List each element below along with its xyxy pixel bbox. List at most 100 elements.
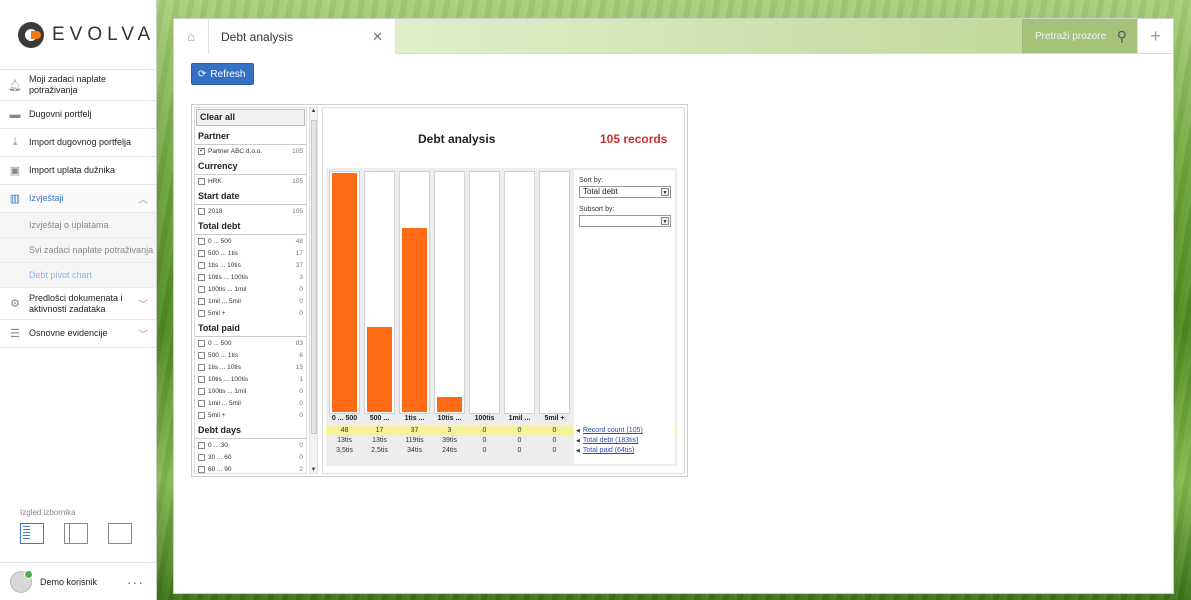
bar-data-label: 3 xyxy=(447,427,452,434)
filter-item[interactable]: 100tis ... 1mil 0 xyxy=(195,283,306,295)
bar-column[interactable] xyxy=(329,171,360,414)
filter-checkbox[interactable] xyxy=(198,177,205,185)
filter-scrollbar[interactable]: ▲ ▼ xyxy=(309,107,318,474)
main-window: ⌂ Debt analysis ✕ Pretraži prozore ⚲ + ⟳… xyxy=(173,18,1174,594)
filter-checkbox[interactable] xyxy=(198,297,205,305)
evolva-logo-icon xyxy=(18,21,44,48)
filter-checkbox[interactable] xyxy=(198,261,205,269)
sidebar-item-templates[interactable]: ⚙ Predlošci dokumenata i aktivnosti zada… xyxy=(0,288,156,320)
filter-checkbox[interactable] xyxy=(198,309,205,317)
filter-item[interactable]: 0 ... 30 0 xyxy=(195,439,306,451)
bar[interactable] xyxy=(402,227,427,412)
bar-column[interactable] xyxy=(399,171,430,414)
filter-item-label: 1tis ... 10tis xyxy=(208,363,241,371)
bar-column[interactable] xyxy=(469,171,500,414)
filter-item[interactable]: 30 ... 60 0 xyxy=(195,451,306,463)
filter-checkbox[interactable] xyxy=(198,285,205,293)
filter-checkbox[interactable] xyxy=(198,351,205,359)
bar-data-label: 0 xyxy=(482,447,487,454)
sidebar-item-tasks[interactable]: 🔔︎ Moji zadaci naplate potraživanja xyxy=(0,70,156,101)
legend-total-debt[interactable]: ◀ Total debt (183tis) xyxy=(576,437,639,444)
chart-panel: Sort by: Total debt ▼ Subsort by: ▼ ◀ Rec… xyxy=(326,168,677,466)
sidebar-subitem-debt-pivot-chart[interactable]: Debt pivot chart xyxy=(0,263,156,288)
bar-column[interactable] xyxy=(364,171,395,414)
legend-total-paid[interactable]: ◀ Total paid (64tis) xyxy=(576,447,634,454)
close-icon[interactable]: ✕ xyxy=(372,29,383,45)
filter-item[interactable]: HRK 105 xyxy=(195,175,306,187)
filter-item[interactable]: Partner ABC d.o.o. 105 xyxy=(195,145,306,157)
more-options-icon[interactable]: ··· xyxy=(127,574,144,590)
filter-checkbox[interactable] xyxy=(198,399,205,407)
tab-debt-analysis[interactable]: Debt analysis ✕ xyxy=(209,19,396,54)
sidebar-item-basic-records[interactable]: ☰ Osnovne evidencije ﹀ xyxy=(0,320,156,348)
filter-item[interactable]: 1mil ... 5mil 0 xyxy=(195,397,306,409)
sidebar-subitem-payments-report[interactable]: Izvještaj o uplatama xyxy=(0,213,156,238)
filter-checkbox[interactable] xyxy=(198,339,205,347)
filter-item[interactable]: 100tis ... 1mil 0 xyxy=(195,385,306,397)
filter-checkbox[interactable] xyxy=(198,249,205,257)
filter-checkbox[interactable] xyxy=(198,273,205,281)
bar-column[interactable] xyxy=(434,171,465,414)
filter-item[interactable]: 0 ... 500 83 xyxy=(195,337,306,349)
user-panel[interactable]: Demo korisnik ··· xyxy=(0,562,156,600)
filter-item[interactable]: 10tis ... 100tis 3 xyxy=(195,271,306,283)
sidebar-subitem-all-tasks[interactable]: Svi zadaci naplate potraživanja xyxy=(0,238,156,263)
sort-by-select[interactable]: Total debt ▼ xyxy=(579,186,671,198)
sidebar-item-label: Izvještaji xyxy=(29,193,64,203)
filter-item[interactable]: 500 ... 1tis 17 xyxy=(195,247,306,259)
bar-data-label: 13tis xyxy=(337,437,352,444)
filter-group-title: Total paid xyxy=(195,319,306,337)
filter-group-title: Partner xyxy=(195,127,306,145)
home-tab-icon[interactable]: ⌂ xyxy=(174,19,209,54)
sidebar-item-import-payments[interactable]: ▣ Import uplata dužnika xyxy=(0,157,156,185)
filter-item[interactable]: 1tis ... 10tis 15 xyxy=(195,361,306,373)
layout-hidden-menu-icon[interactable] xyxy=(108,523,132,544)
filter-checkbox[interactable] xyxy=(198,237,205,245)
layout-compact-menu-icon[interactable] xyxy=(64,523,88,544)
filter-item[interactable]: 1mil ... 5mil 0 xyxy=(195,295,306,307)
scroll-down-icon[interactable]: ▼ xyxy=(310,467,317,473)
bar[interactable] xyxy=(367,327,392,412)
download-icon: ⤓ xyxy=(12,136,18,148)
filter-item[interactable]: 2018 105 xyxy=(195,205,306,217)
filter-item[interactable]: 0 ... 500 48 xyxy=(195,235,306,247)
filter-checkbox[interactable] xyxy=(198,375,205,383)
filter-checkbox[interactable] xyxy=(198,453,205,461)
add-tab-icon[interactable]: + xyxy=(1137,19,1173,53)
subsort-by-select[interactable]: ▼ xyxy=(579,215,671,227)
filter-checkbox[interactable] xyxy=(198,363,205,371)
filter-item-label: 10tis ... 100tis xyxy=(208,273,249,281)
bar-column[interactable] xyxy=(539,171,570,414)
filter-item[interactable]: 60 ... 90 2 xyxy=(195,463,306,473)
layout-full-menu-icon[interactable] xyxy=(20,523,44,544)
sidebar-item-import-portfolio[interactable]: ⤓ Import dugovnog portfelja xyxy=(0,129,156,157)
scroll-up-icon[interactable]: ▲ xyxy=(310,108,317,114)
bar-category-label: 500 ... xyxy=(369,415,390,422)
filter-item[interactable]: 10tis ... 100tis 1 xyxy=(195,373,306,385)
bar-column[interactable] xyxy=(504,171,535,414)
bar[interactable] xyxy=(332,173,357,412)
window-search-input[interactable]: Pretraži prozore ⚲ xyxy=(1022,19,1137,53)
filter-item[interactable]: 5mil + 0 xyxy=(195,307,306,319)
filter-item-count: 6 xyxy=(299,351,303,359)
filter-item-count: 0 xyxy=(299,285,303,293)
search-icon[interactable]: ⚲ xyxy=(1117,28,1127,45)
refresh-button[interactable]: ⟳ Refresh xyxy=(191,63,254,85)
filter-checkbox[interactable] xyxy=(198,411,205,419)
bar[interactable] xyxy=(437,397,462,412)
filter-item-label: 5mil + xyxy=(208,309,226,317)
filter-item[interactable]: 5mil + 0 xyxy=(195,409,306,421)
sidebar-item-debt-portfolio[interactable]: ▬ Dugovni portfelj xyxy=(0,101,156,129)
filter-checkbox[interactable] xyxy=(198,441,205,449)
filter-checkbox[interactable] xyxy=(198,146,205,155)
clear-all-button[interactable]: Clear all xyxy=(196,109,305,126)
sidebar-item-reports[interactable]: ▥ Izvještaji ︿ xyxy=(0,185,156,213)
filter-item[interactable]: 1tis ... 10tis 37 xyxy=(195,259,306,271)
filter-item[interactable]: 500 ... 1tis 6 xyxy=(195,349,306,361)
filter-checkbox[interactable] xyxy=(198,387,205,395)
scroll-thumb[interactable] xyxy=(311,120,317,434)
filter-item-count: 15 xyxy=(295,363,303,371)
legend-record-count[interactable]: ◀ Record count (105) xyxy=(576,427,643,434)
filter-checkbox[interactable] xyxy=(198,465,205,473)
filter-checkbox[interactable] xyxy=(198,207,205,215)
